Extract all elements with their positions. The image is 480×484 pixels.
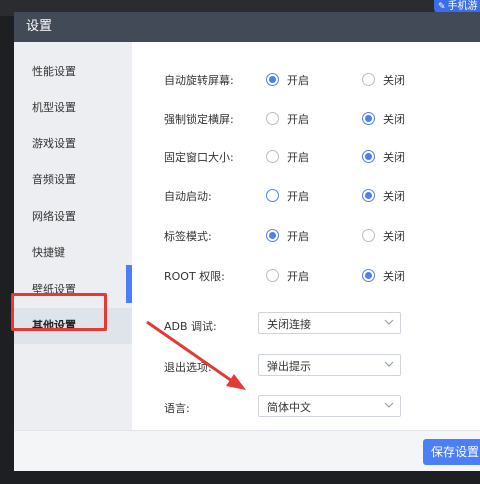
auto-start-on-label: 开启: [287, 190, 309, 203]
fixed-window-off-radio[interactable]: [362, 150, 375, 163]
settings-content: 自动旋转屏幕: 开启 关闭 强制锁定横屏: 开启 关闭 固定窗口大小: 开启 关…: [132, 42, 480, 430]
auto-rotate-on-radio[interactable]: [266, 73, 279, 86]
root-label: ROOT 权限:: [164, 270, 225, 283]
dialog-footer: 保存设置: [14, 430, 480, 471]
sidebar-item-label: 性能设置: [32, 65, 76, 78]
auto-start-label: 自动启动:: [164, 190, 212, 203]
exit-option-select-value: 弹出提示: [267, 360, 311, 373]
annotation-highlight-box: [11, 293, 107, 331]
tab-mode-off-label: 关闭: [383, 230, 405, 243]
sidebar-item-performance[interactable]: 性能设置: [14, 54, 132, 90]
auto-start-on-radio[interactable]: [266, 189, 279, 202]
root-on-radio[interactable]: [266, 269, 279, 282]
tab-mode-label: 标签模式:: [164, 230, 212, 243]
sidebar-item-label: 网络设置: [32, 210, 76, 223]
settings-dialog: 设置 性能设置 机型设置 游戏设置 音频设置 网络设置 快捷键 壁纸设置 其他设…: [11, 12, 480, 471]
chevron-down-icon: [384, 361, 394, 367]
fixed-window-on-radio[interactable]: [266, 150, 279, 163]
language-select-value: 简体中文: [267, 401, 311, 414]
fixed-window-label: 固定窗口大小:: [164, 151, 234, 164]
root-off-label: 关闭: [383, 270, 405, 283]
auto-start-off-label: 关闭: [383, 190, 405, 203]
chevron-down-icon: [384, 319, 394, 325]
sidebar-item-label: 音频设置: [32, 173, 76, 186]
adb-label: ADB 调试:: [164, 320, 217, 333]
fixed-window-on-label: 开启: [287, 151, 309, 164]
save-settings-button[interactable]: 保存设置: [423, 439, 480, 465]
tab-mode-on-label: 开启: [287, 230, 309, 243]
sidebar-item-game[interactable]: 游戏设置: [14, 126, 132, 162]
root-on-label: 开启: [287, 270, 309, 283]
force-landscape-on-radio[interactable]: [266, 112, 279, 125]
auto-start-off-radio[interactable]: [362, 189, 375, 202]
sidebar-item-label: 游戏设置: [32, 137, 76, 150]
sidebar-item-label: 机型设置: [32, 101, 76, 114]
sidebar-item-audio[interactable]: 音频设置: [14, 162, 132, 198]
exit-option-select[interactable]: 弹出提示: [258, 354, 401, 376]
auto-rotate-on-label: 开启: [287, 74, 309, 87]
auto-rotate-label: 自动旋转屏幕:: [164, 74, 234, 87]
root-off-radio[interactable]: [362, 269, 375, 282]
dialog-title-bar: 设置: [14, 12, 480, 42]
mobile-game-tab-label: 手机游: [447, 1, 478, 12]
auto-rotate-off-label: 关闭: [383, 74, 405, 87]
adb-select[interactable]: 关闭连接: [258, 312, 401, 334]
tab-mode-on-radio[interactable]: [266, 229, 279, 242]
adb-select-value: 关闭连接: [267, 318, 311, 331]
force-landscape-off-label: 关闭: [383, 113, 405, 126]
sidebar-item-device-model[interactable]: 机型设置: [14, 90, 132, 126]
fixed-window-off-label: 关闭: [383, 151, 405, 164]
sidebar-item-network[interactable]: 网络设置: [14, 199, 132, 235]
settings-sidebar: 性能设置 机型设置 游戏设置 音频设置 网络设置 快捷键 壁纸设置 其他设置: [14, 42, 132, 430]
force-landscape-on-label: 开启: [287, 113, 309, 126]
language-select[interactable]: 简体中文: [258, 395, 401, 417]
sidebar-item-shortcuts[interactable]: 快捷键: [14, 235, 132, 271]
chevron-down-icon: [384, 402, 394, 408]
dialog-title: 设置: [26, 19, 53, 34]
tab-mode-off-radio[interactable]: [362, 229, 375, 242]
auto-rotate-off-radio[interactable]: [362, 73, 375, 86]
pen-icon: ✎: [438, 2, 446, 12]
force-landscape-off-radio[interactable]: [362, 112, 375, 125]
language-label: 语言:: [164, 402, 190, 415]
sidebar-item-label: 快捷键: [32, 246, 65, 259]
force-landscape-label: 强制锁定横屏:: [164, 113, 234, 126]
exit-option-label: 退出选项:: [164, 361, 212, 374]
